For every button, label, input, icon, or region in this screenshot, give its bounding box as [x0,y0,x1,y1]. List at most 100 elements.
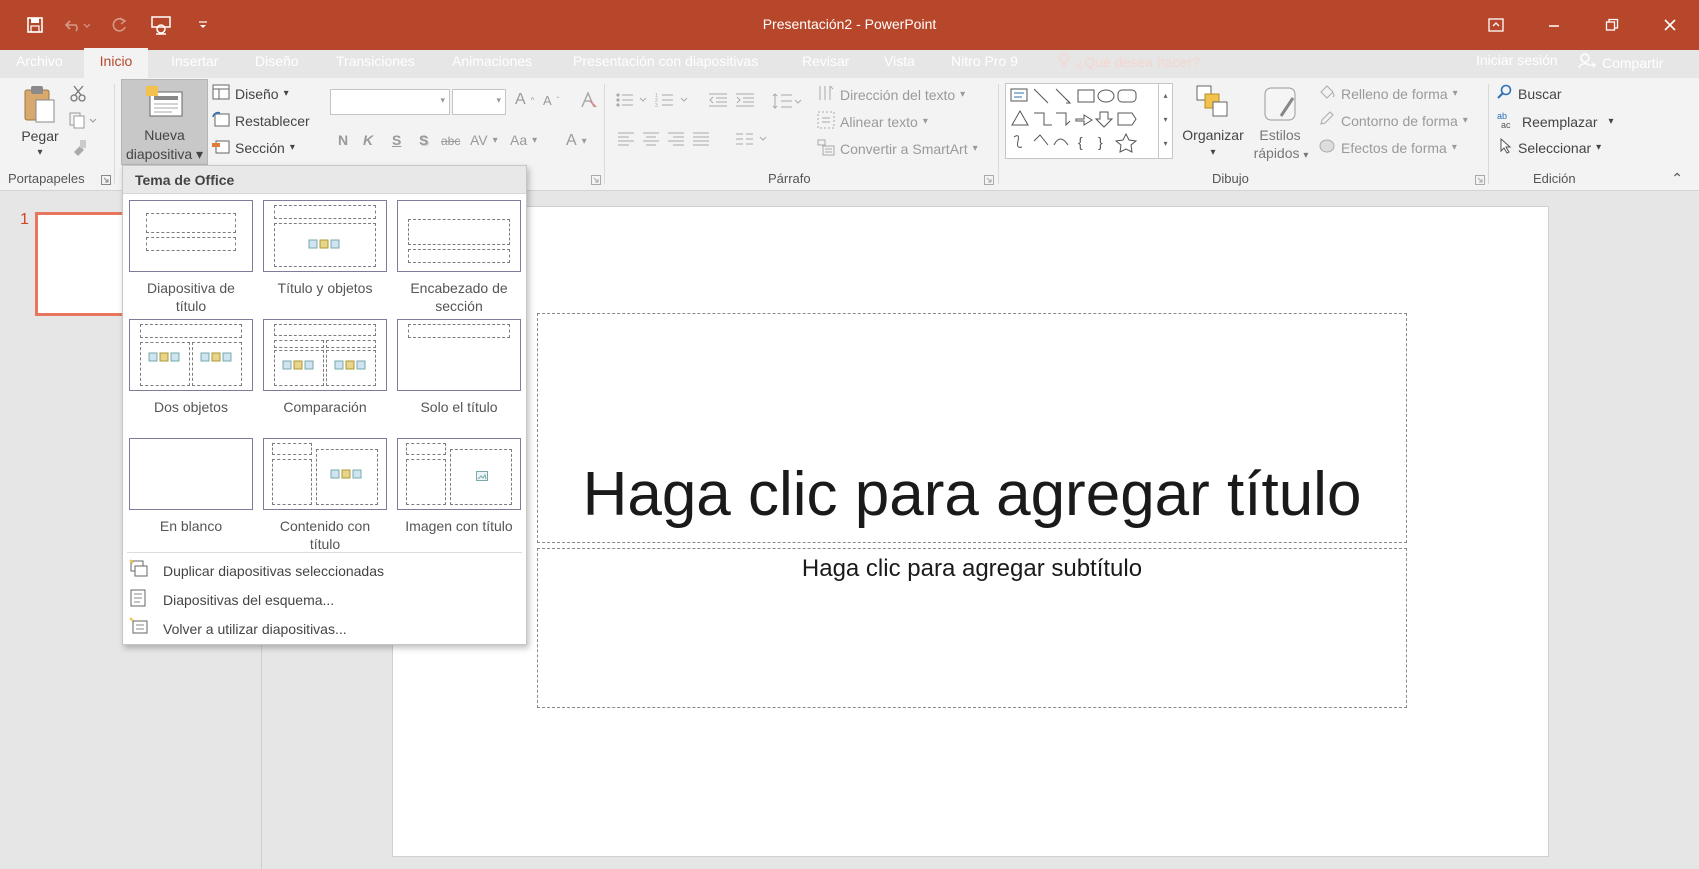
share-button[interactable]: Compartir [1578,52,1663,73]
tab-insertar[interactable]: Insertar [165,48,224,78]
window-controls [1467,8,1699,42]
align-center-icon[interactable] [642,132,660,146]
tab-transiciones[interactable]: Transiciones [330,48,421,78]
tell-me-box[interactable]: ¿Qué desea hacer? [1058,52,1200,71]
align-text-button[interactable]: Alinear texto ▾ [817,111,928,132]
outline-slides-item[interactable]: Diapositivas del esquema... [129,588,334,611]
align-right-icon[interactable] [667,132,685,146]
gallery-scroll[interactable]: ▴ ▾ ▾ [1158,84,1172,158]
lightbulb-icon [1058,52,1070,71]
layout-picture-caption[interactable]: Imagen con título [397,438,521,535]
layout-section-header[interactable]: Encabezado de sección [397,200,521,315]
arrange-label[interactable]: Organizar [1180,126,1246,144]
dialog-launcher-icon[interactable] [101,175,111,185]
change-case-button[interactable]: Aa ▾ [510,132,537,148]
select-button[interactable]: Seleccionar ▾ [1499,137,1601,157]
increase-font-icon[interactable]: A ^ [515,91,534,109]
reset-button[interactable]: Restablecer [212,111,310,130]
dialog-launcher-icon[interactable] [984,175,994,185]
new-slide-dropdown: Tema de Office Diapositiva de título Títu… [122,165,527,645]
convert-smartart-button[interactable]: Convertir a SmartArt ▾ [817,138,978,159]
quick-styles-icon[interactable] [1263,86,1301,124]
duplicate-slides-item[interactable]: Duplicar diapositivas seleccionadas [129,559,384,582]
arrange-icon[interactable] [1195,84,1229,122]
duplicate-slides-label: Duplicar diapositivas seleccionadas [163,562,385,579]
layout-title-only[interactable]: Solo el título [397,319,521,416]
title-placeholder[interactable]: Haga clic para agregar título [537,313,1407,543]
layout-comparison[interactable]: Comparación [263,319,387,416]
shadow-button[interactable]: S [419,132,428,148]
chevron-down-icon: ▾ [289,142,295,153]
quick-styles-label-1[interactable]: Estilos [1252,126,1308,144]
text-direction-button[interactable]: Dirección del texto ▾ [817,84,965,105]
align-left-icon[interactable] [617,132,635,146]
tab-presentacion[interactable]: Presentación con diapositivas [567,48,764,78]
layout-button[interactable]: Diseño ▾ [212,84,289,103]
new-slide-button[interactable]: Nueva diapositiva ▾ [121,79,208,165]
line-spacing-icon[interactable] [772,92,802,110]
reuse-slides-item[interactable]: Volver a utilizar diapositivas... [129,617,347,640]
layout-title-content[interactable]: Título y objetos [263,200,387,297]
subtitle-placeholder[interactable]: Haga clic para agregar subtítulo [537,548,1407,708]
layout-two-content[interactable]: Dos objetos [129,319,253,416]
format-painter-icon[interactable] [70,138,88,156]
paste-icon[interactable] [22,84,56,124]
section-button[interactable]: Sección ▾ [212,138,295,157]
increase-indent-icon[interactable] [735,92,755,108]
sign-in-link[interactable]: Iniciar sesión [1476,52,1558,68]
ribbon-display-options-icon[interactable] [1467,8,1525,42]
tab-inicio[interactable]: Inicio [84,48,148,78]
paste-label[interactable]: Pegar [18,127,62,145]
clear-formatting-icon[interactable] [578,91,598,109]
find-button[interactable]: Buscar [1497,84,1562,103]
new-slide-label-1: Nueva [144,127,185,143]
replace-button[interactable]: ab ac Reemplazar ▾ [1497,111,1614,132]
layout-blank[interactable]: En blanco [129,438,253,535]
copy-icon[interactable] [68,111,98,129]
shapes-gallery[interactable]: {} ▴ ▾ ▾ [1005,83,1173,159]
tab-vista[interactable]: Vista [878,48,921,78]
dialog-launcher-icon[interactable] [591,175,601,185]
decrease-indent-icon[interactable] [708,92,728,108]
close-icon[interactable] [1641,8,1699,42]
numbering-icon[interactable]: 123 [655,92,691,108]
font-color-label: A [566,132,577,149]
decrease-font-icon[interactable]: Aˇ [543,93,559,108]
cut-icon[interactable] [70,84,88,102]
bullets-icon[interactable] [615,92,649,108]
character-spacing-button[interactable]: AV ▾ [470,132,498,148]
strikethrough-button[interactable]: abc [441,134,460,148]
layout-title-slide[interactable]: Diapositiva de título [129,200,253,315]
tab-revisar[interactable]: Revisar [796,48,855,78]
shape-effects-button[interactable]: Efectos de forma ▾ [1318,138,1457,157]
bold-button[interactable]: N [338,132,348,148]
section-label: Sección [235,139,285,156]
font-color-button[interactable]: A ▾ [566,132,587,150]
underline-button[interactable]: S [392,132,401,148]
italic-button[interactable]: K [363,132,373,148]
shape-fill-button[interactable]: Relleno de forma ▾ [1318,84,1458,103]
new-slide-icon [146,86,186,123]
quick-styles-label-2[interactable]: rápidos ▾ [1248,144,1314,165]
menu-heading: Tema de Office [123,166,526,194]
shape-outline-label: Contorno de forma [1341,112,1458,129]
minimize-icon[interactable] [1525,8,1583,42]
shape-outline-button[interactable]: Contorno de forma ▾ [1318,111,1468,130]
find-label: Buscar [1518,85,1562,102]
tab-nitro[interactable]: Nitro Pro 9 [945,48,1024,78]
chevron-down-icon: ▾ [581,135,587,147]
layout-content-caption[interactable]: Contenido con título [263,438,387,553]
tab-diseno[interactable]: Diseño [249,48,305,78]
collapse-ribbon-icon[interactable]: ⌃ [1671,170,1683,187]
tab-archivo[interactable]: Archivo [10,48,69,78]
chevron-down-icon: ▾ [283,88,289,99]
restore-icon[interactable] [1583,8,1641,42]
justify-icon[interactable] [692,132,710,146]
svg-text:ac: ac [1501,120,1511,129]
tab-animaciones[interactable]: Animaciones [446,48,538,78]
font-size-box[interactable]: ▾ [452,89,506,115]
columns-icon[interactable] [735,132,769,146]
dialog-launcher-icon[interactable] [1475,175,1485,185]
font-name-box[interactable]: ▾ [330,89,450,115]
paste-dropdown-icon[interactable]: ▾ [30,144,50,162]
